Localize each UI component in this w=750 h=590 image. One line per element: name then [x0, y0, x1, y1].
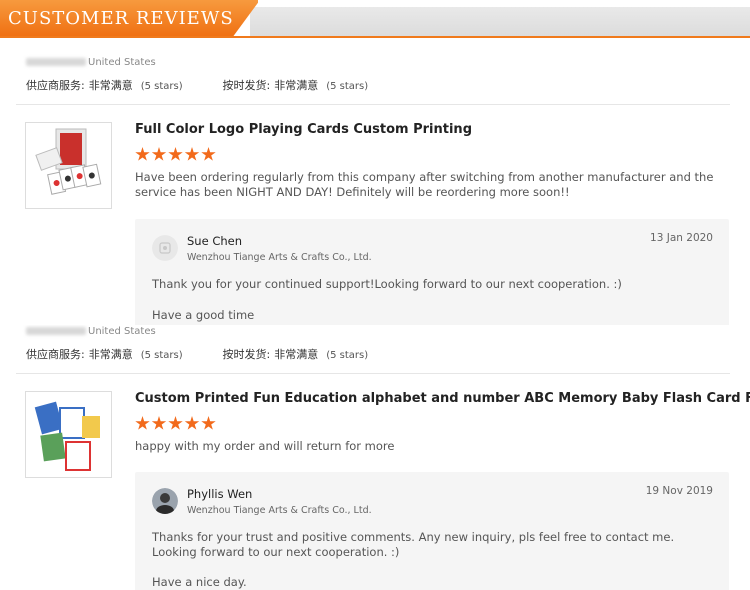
shipment-label: 按时发货:: [222, 348, 271, 361]
product-title[interactable]: Custom Printed Fun Education alphabet an…: [135, 391, 750, 406]
reviewer-location: United States: [88, 326, 156, 337]
star-icon: [184, 147, 200, 161]
review-card: United States 供应商服务: 非常满意 (5 stars) 按时发货: 非…: [0, 38, 750, 325]
star-icon: [151, 147, 167, 161]
avatar: [152, 488, 178, 514]
supplier-service-stars: (5 stars): [140, 350, 183, 361]
shipment-stars: (5 stars): [326, 350, 369, 361]
shipment-value: 非常满意: [274, 79, 319, 92]
shipment-label: 按时发货:: [222, 79, 271, 92]
review-text: happy with my order and will return for …: [135, 439, 395, 453]
default-avatar-icon: [152, 235, 178, 261]
reviewer-info: United States: [26, 326, 156, 337]
supplier-service-label: 供应商服务:: [26, 79, 85, 92]
shipment-stars: (5 stars): [326, 81, 369, 92]
reply-signoff: Have a good time: [152, 308, 255, 322]
supplier-service-value: 非常满意: [88, 79, 133, 92]
section-title: CUSTOMER REVIEWS: [8, 8, 234, 29]
reply-date: 19 Nov 2019: [645, 485, 713, 497]
reply-message: Thank you for your continued support!Loo…: [152, 277, 622, 291]
section-header: CUSTOMER REVIEWS: [0, 0, 750, 38]
reply-message: Thanks for your trust and positive comme…: [152, 530, 675, 559]
supplier-service-label: 供应商服务:: [26, 348, 85, 361]
star-icon: [201, 416, 216, 430]
reply-author-name: Phyllis Wen: [187, 487, 253, 501]
review-card: United States 供应商服务: 非常满意 (5 stars) 按时发货: 非…: [0, 325, 750, 590]
star-icon: [201, 147, 216, 161]
reviewer-name-blurred: [26, 327, 86, 335]
reply-signoff: Have a nice day.: [152, 575, 247, 589]
user-photo-icon: [152, 488, 178, 514]
star-icon: [168, 147, 183, 161]
review-text: Have been ordering regularly from this c…: [135, 170, 714, 199]
supplier-ratings: 供应商服务: 非常满意 (5 stars) 按时发货: 非常满意 (5 stars): [26, 77, 368, 93]
reply-company: Wenzhou Tiange Arts & Crafts Co., Ltd.: [187, 505, 372, 516]
supplier-ratings: 供应商服务: 非常满意 (5 stars) 按时发货: 非常满意 (5 stars): [26, 346, 368, 362]
avatar: [152, 235, 178, 261]
flash-cards-image: [34, 401, 100, 471]
product-title[interactable]: Full Color Logo Playing Cards Custom Pri…: [135, 122, 472, 137]
star-icon: [135, 416, 150, 430]
reviewer-name-blurred: [26, 58, 86, 66]
product-thumbnail[interactable]: [25, 391, 112, 478]
shipment-value: 非常满意: [274, 348, 319, 361]
reply-author-name: Sue Chen: [187, 234, 243, 248]
header-bar: [250, 7, 750, 36]
reply-date: 13 Jan 2020: [650, 232, 713, 244]
supplier-service-value: 非常满意: [88, 348, 133, 361]
star-icon: [184, 416, 200, 430]
reviewer-info: United States: [26, 57, 156, 68]
playing-cards-image: [35, 128, 102, 195]
rating-stars: [135, 147, 218, 163]
divider: [16, 104, 730, 105]
star-icon: [151, 416, 167, 430]
divider: [16, 373, 730, 374]
reply-company: Wenzhou Tiange Arts & Crafts Co., Ltd.: [187, 252, 372, 263]
product-thumbnail[interactable]: [25, 122, 112, 209]
supplier-service-stars: (5 stars): [140, 81, 183, 92]
star-icon: [168, 416, 183, 430]
supplier-reply: Sue Chen Wenzhou Tiange Arts & Crafts Co…: [135, 219, 729, 325]
star-icon: [135, 147, 150, 161]
rating-stars: [135, 416, 218, 432]
supplier-reply: Phyllis Wen Wenzhou Tiange Arts & Crafts…: [135, 472, 729, 590]
reviewer-location: United States: [88, 57, 156, 68]
